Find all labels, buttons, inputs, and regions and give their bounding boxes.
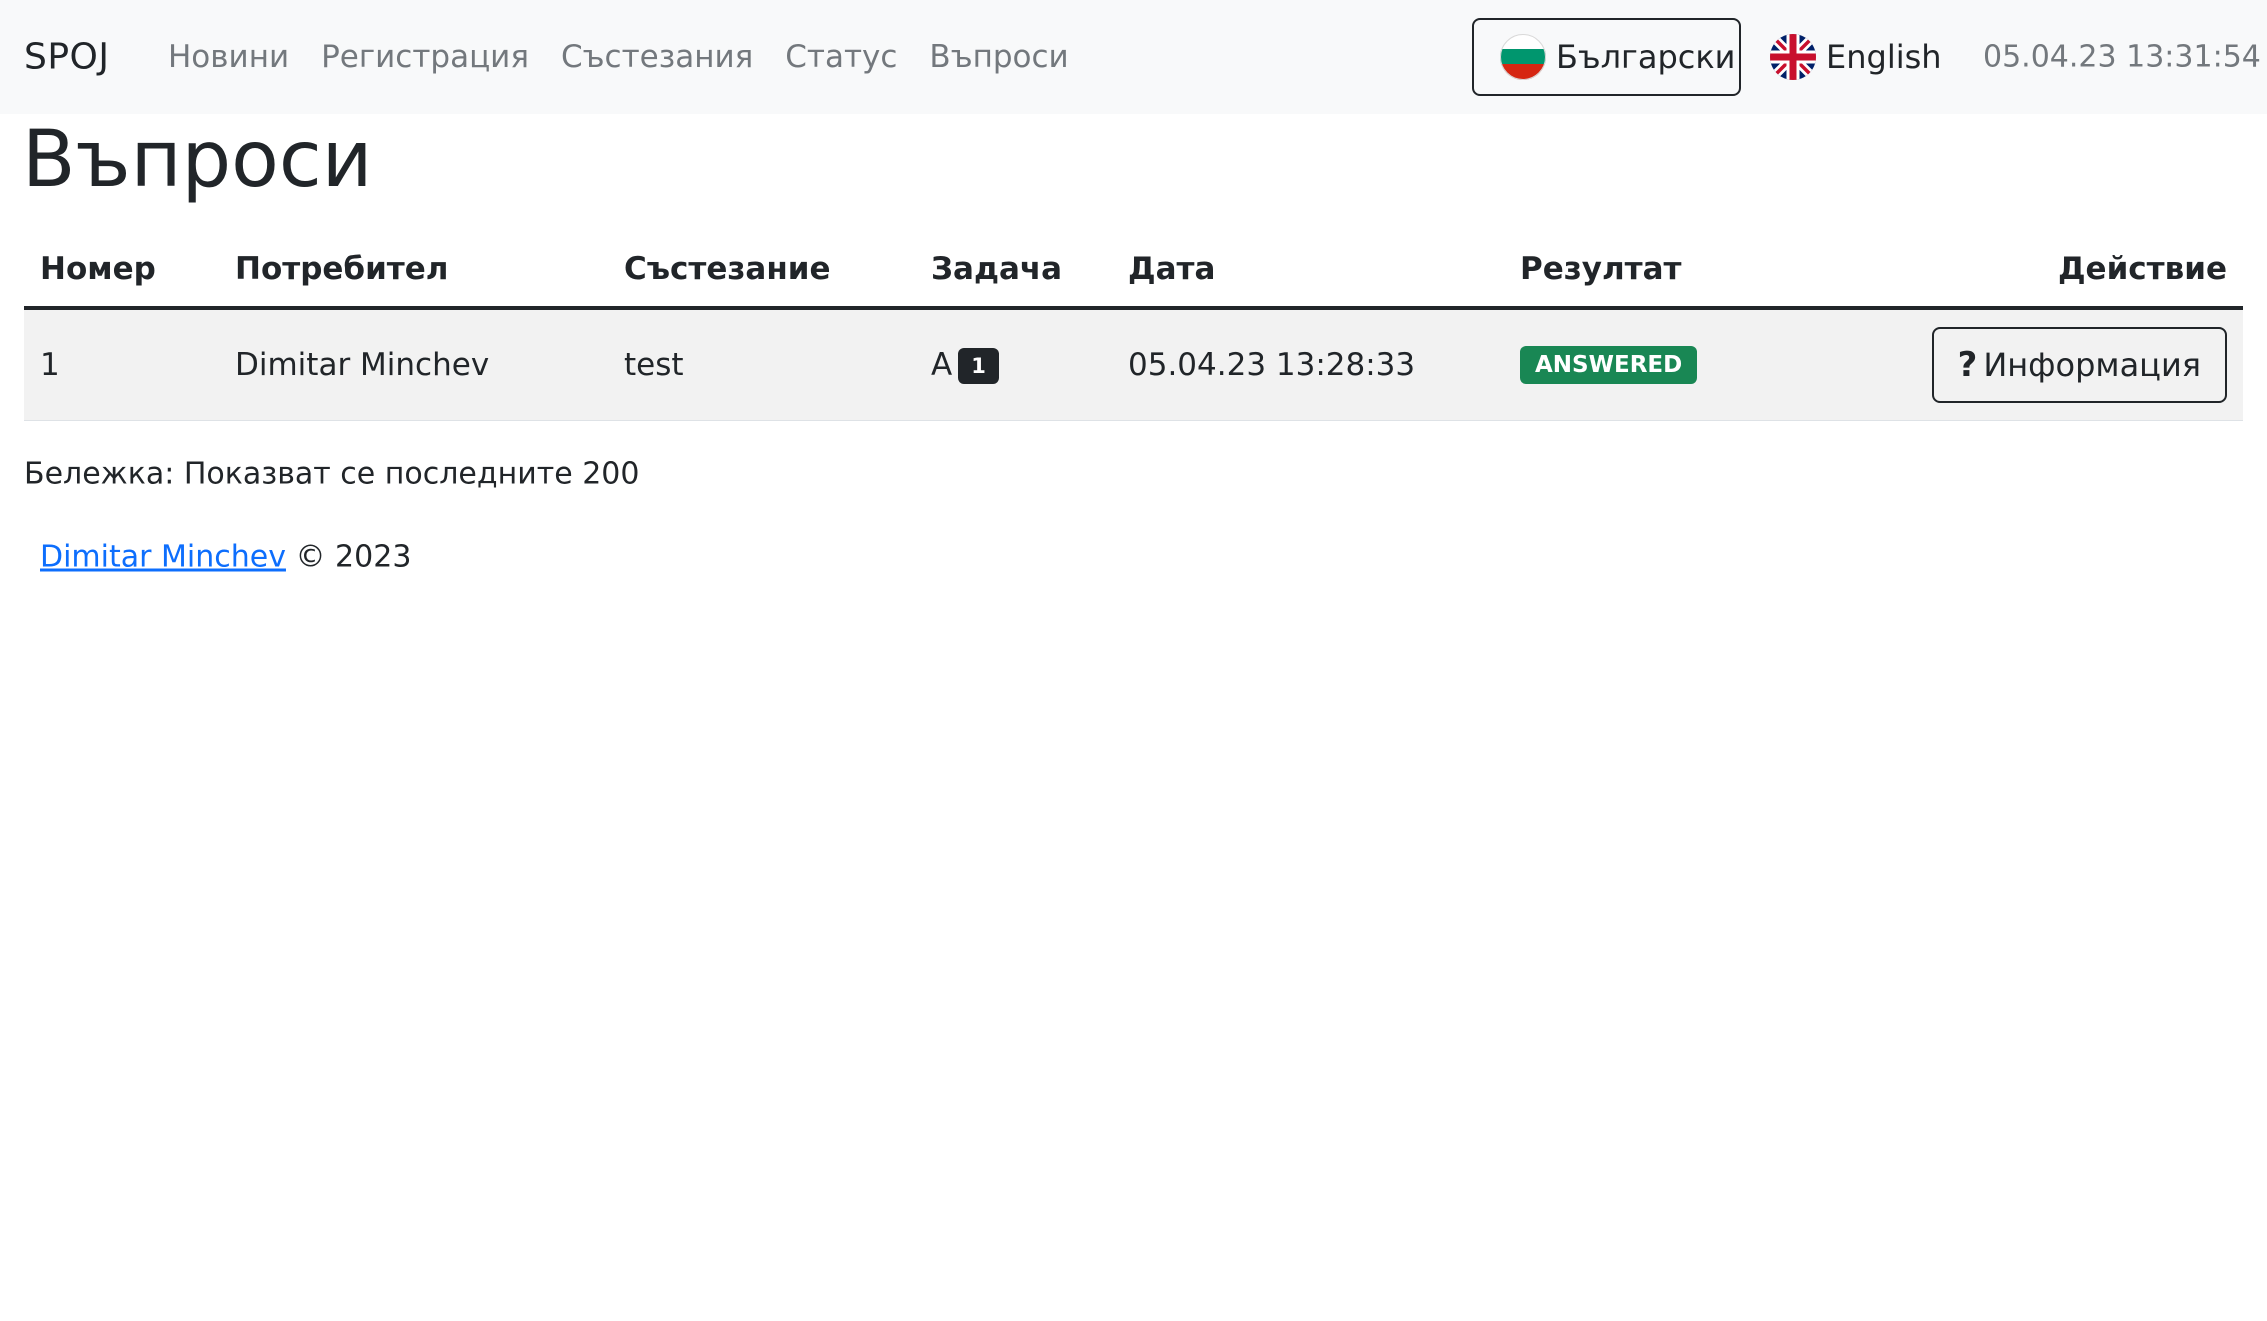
info-button[interactable]: ? Информация bbox=[1931, 327, 2227, 403]
task-count-badge: 1 bbox=[958, 347, 999, 384]
uk-flag-icon bbox=[1770, 34, 1816, 80]
nav-link-registration[interactable]: Регистрация bbox=[321, 39, 529, 75]
language-english-button[interactable]: English bbox=[1766, 18, 1946, 96]
brand-logo[interactable]: SPOJ bbox=[24, 37, 110, 78]
column-header-date: Дата bbox=[1112, 232, 1504, 310]
task-letter: A bbox=[931, 346, 953, 383]
questions-table: Номер Потребител Състезание Задача Дата … bbox=[24, 232, 2243, 421]
cell-contest: test bbox=[608, 308, 915, 421]
language-bulgarian-label: Български bbox=[1556, 38, 1736, 76]
cell-result: ANSWERED bbox=[1504, 308, 1911, 421]
column-header-contest: Състезание bbox=[608, 232, 915, 310]
column-header-action: Действие bbox=[1911, 232, 2243, 310]
navbar: SPOJ Новини Регистрация Състезания Стату… bbox=[0, 0, 2267, 114]
language-english-label: English bbox=[1826, 38, 1942, 76]
cell-date: 05.04.23 13:28:33 bbox=[1112, 308, 1504, 421]
nav-links: Новини Регистрация Състезания Статус Въп… bbox=[168, 39, 1069, 75]
column-header-task: Задача bbox=[915, 232, 1112, 310]
table-row: 1 Dimitar Minchev test A1 05.04.23 13:28… bbox=[24, 308, 2243, 421]
cell-user: Dimitar Minchev bbox=[219, 308, 608, 421]
bulgaria-flag-icon bbox=[1500, 34, 1546, 80]
server-clock: 05.04.23 13:31:54 bbox=[1983, 39, 2261, 75]
nav-link-status[interactable]: Статус bbox=[785, 39, 897, 75]
nav-link-contests[interactable]: Състезания bbox=[561, 39, 753, 75]
nav-link-questions[interactable]: Въпроси bbox=[929, 39, 1068, 75]
page-title: Въпроси bbox=[22, 115, 373, 205]
cell-task: A1 bbox=[915, 308, 1112, 421]
table-note: Бележка: Показват се последните 200 bbox=[24, 456, 640, 492]
footer-copyright: © 2023 bbox=[295, 539, 412, 575]
info-button-label: Информация bbox=[1983, 346, 2201, 384]
footer-author-link[interactable]: Dimitar Minchev bbox=[40, 540, 286, 575]
column-header-number: Номер bbox=[24, 232, 219, 310]
nav-link-news[interactable]: Новини bbox=[168, 39, 289, 75]
language-bulgarian-button[interactable]: Български bbox=[1472, 18, 1741, 96]
footer: Dimitar Minchev © 2023 bbox=[40, 540, 411, 575]
table-header-row: Номер Потребител Състезание Задача Дата … bbox=[24, 232, 2243, 310]
status-badge: ANSWERED bbox=[1520, 346, 1698, 384]
cell-number: 1 bbox=[24, 308, 219, 421]
column-header-result: Резултат bbox=[1504, 232, 1911, 310]
question-mark-icon: ? bbox=[1957, 345, 1978, 385]
cell-action: ? Информация bbox=[1911, 308, 2243, 421]
column-header-user: Потребител bbox=[219, 232, 608, 310]
